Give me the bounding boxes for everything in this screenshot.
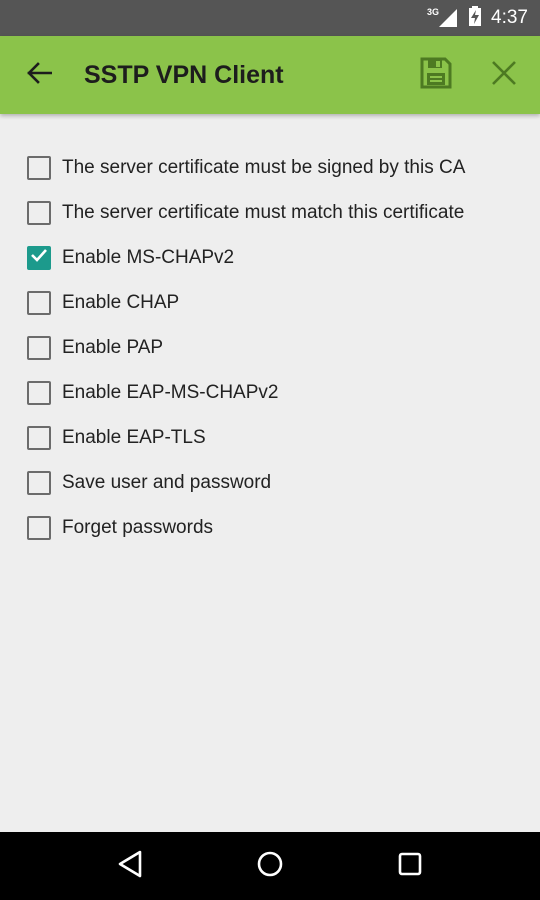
close-button[interactable] [470, 36, 538, 114]
square-recents-icon [398, 852, 422, 881]
checkbox[interactable] [27, 515, 51, 540]
save-button[interactable] [402, 36, 470, 114]
save-icon [420, 57, 452, 94]
page-title: SSTP VPN Client [84, 60, 284, 89]
checkbox[interactable] [27, 245, 51, 270]
navigation-bar [0, 832, 540, 900]
network-type-label: 3G [427, 7, 440, 17]
option-label: The server certificate must be signed by… [62, 156, 466, 178]
option-signed-by-ca[interactable]: The server certificate must be signed by… [0, 145, 540, 190]
checkbox[interactable] [27, 335, 51, 360]
circle-home-icon [256, 850, 284, 883]
option-label: Save user and password [62, 471, 272, 493]
checkmark-icon [30, 248, 48, 267]
option-enable-ms-chapv2[interactable]: Enable MS-CHAPv2 [0, 235, 540, 280]
option-label: Enable MS-CHAPv2 [62, 246, 235, 268]
nav-back-button[interactable] [100, 836, 160, 896]
option-label: Enable PAP [62, 336, 164, 358]
option-enable-pap[interactable]: Enable PAP [0, 325, 540, 370]
option-enable-chap[interactable]: Enable CHAP [0, 280, 540, 325]
option-match-certificate[interactable]: The server certificate must match this c… [0, 190, 540, 235]
checkbox[interactable] [27, 290, 51, 315]
app-bar: SSTP VPN Client [0, 36, 540, 114]
close-icon [491, 60, 517, 91]
options-list: The server certificate must be signed by… [0, 145, 540, 550]
option-label: Enable CHAP [62, 291, 180, 313]
option-label: Forget passwords [62, 516, 214, 538]
checkbox[interactable] [27, 380, 51, 405]
checkbox[interactable] [27, 200, 51, 225]
triangle-back-icon [117, 850, 143, 883]
option-enable-eap-ms-chapv2[interactable]: Enable EAP-MS-CHAPv2 [0, 370, 540, 415]
option-label: Enable EAP-TLS [62, 426, 206, 448]
checkbox[interactable] [27, 155, 51, 180]
back-button[interactable] [0, 36, 78, 114]
checkbox[interactable] [27, 425, 51, 450]
nav-home-button[interactable] [240, 836, 300, 896]
status-bar: 3G 4:37 [0, 0, 540, 36]
signal-icon [439, 9, 458, 27]
option-forget-passwords[interactable]: Forget passwords [0, 505, 540, 550]
option-save-user-password[interactable]: Save user and password [0, 460, 540, 505]
option-label: The server certificate must match this c… [62, 201, 465, 223]
arrow-left-icon [26, 61, 53, 89]
nav-recents-button[interactable] [380, 836, 440, 896]
battery-charging-icon [469, 5, 482, 31]
clock: 4:37 [491, 7, 528, 28]
option-label: Enable EAP-MS-CHAPv2 [62, 381, 279, 403]
checkbox[interactable] [27, 470, 51, 495]
option-enable-eap-tls[interactable]: Enable EAP-TLS [0, 415, 540, 460]
